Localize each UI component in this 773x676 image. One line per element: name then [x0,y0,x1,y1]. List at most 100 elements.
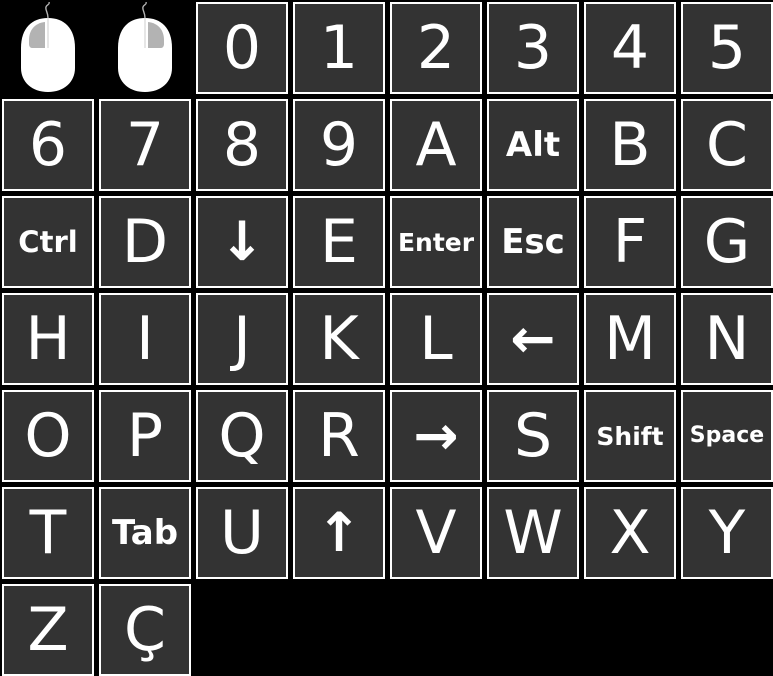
key-b[interactable]: B [584,99,676,191]
key-4-label: 4 [610,13,650,83]
key-q-label: Q [218,401,266,471]
key-v[interactable]: V [390,487,482,579]
key-0-label: 0 [222,13,262,83]
mouse-left-click[interactable] [2,2,94,94]
key-alt-label: Alt [505,125,561,165]
key-d[interactable]: D [99,196,191,288]
key-l-label: L [419,304,453,374]
key-6-label: 6 [28,110,68,180]
key-esc[interactable]: Esc [487,196,579,288]
key-space-label: Space [689,423,765,448]
key-s[interactable]: S [487,390,579,482]
key-z[interactable]: Z [2,584,94,676]
mouse-left-button-icon [18,2,78,94]
key-x-label: X [609,498,651,568]
key-7-label: 7 [125,110,165,180]
arrow-down-icon: ↓ [219,210,265,273]
key-shift[interactable]: Shift [584,390,676,482]
key-shift-label: Shift [596,421,664,451]
key-y-label: Y [708,498,746,568]
key-f-label: F [612,207,648,277]
key-5[interactable]: 5 [681,2,773,94]
key-g[interactable]: G [681,196,773,288]
key-h[interactable]: H [2,293,94,385]
key-l[interactable]: L [390,293,482,385]
key-1[interactable]: 1 [293,2,385,94]
key-arrow-up[interactable]: ↑ [293,487,385,579]
key-a[interactable]: A [390,99,482,191]
key-i-label: I [136,304,154,374]
key-a-label: A [415,110,457,180]
arrow-up-icon: ↑ [316,501,362,564]
key-9-label: 9 [319,110,359,180]
key-t[interactable]: T [2,487,94,579]
key-arrow-left[interactable]: ← [487,293,579,385]
key-space[interactable]: Space [681,390,773,482]
key-r[interactable]: R [293,390,385,482]
key-x[interactable]: X [584,487,676,579]
key-arrow-right[interactable]: → [390,390,482,482]
key-n-label: N [704,304,750,374]
key-r-label: R [318,401,360,471]
key-5-label: 5 [707,13,747,83]
key-v-label: V [415,498,457,568]
key-s-label: S [513,401,553,471]
key-o-label: O [24,401,72,471]
key-f[interactable]: F [584,196,676,288]
key-7[interactable]: 7 [99,99,191,191]
key-1-label: 1 [319,13,359,83]
key-0[interactable]: 0 [196,2,288,94]
key-w-label: W [503,498,563,568]
key-p[interactable]: P [99,390,191,482]
key-u[interactable]: U [196,487,288,579]
mouse-right-button-icon [115,2,175,94]
key-arrow-down[interactable]: ↓ [196,196,288,288]
key-c[interactable]: C [681,99,773,191]
key-enter-label: Enter [397,227,475,257]
mouse-right-click[interactable] [99,2,191,94]
key-3-label: 3 [513,13,553,83]
key-c-cedilla[interactable]: Ç [99,584,191,676]
arrow-right-icon: → [413,404,459,467]
key-k-label: K [319,304,359,374]
key-q[interactable]: Q [196,390,288,482]
key-j-label: J [233,304,251,374]
key-i[interactable]: I [99,293,191,385]
key-h-label: H [25,304,71,374]
key-o[interactable]: O [2,390,94,482]
key-e-label: E [320,207,358,277]
key-3[interactable]: 3 [487,2,579,94]
key-c-label: C [706,110,748,180]
key-c-cedilla-label: Ç [124,595,166,665]
key-u-label: U [220,498,264,568]
key-ctrl-label: Ctrl [18,224,78,259]
key-2-label: 2 [416,13,456,83]
key-w[interactable]: W [487,487,579,579]
key-b-label: B [609,110,651,180]
key-d-label: D [121,207,169,277]
on-screen-keyboard: 0 1 2 3 4 5 6 7 8 9 A Alt B C Ctrl D ↓ E Enter Esc F G H I J K L ← M… [2,2,773,676]
arrow-left-icon: ← [510,307,556,370]
key-k[interactable]: K [293,293,385,385]
key-z-label: Z [27,595,69,665]
key-4[interactable]: 4 [584,2,676,94]
key-j[interactable]: J [196,293,288,385]
key-enter[interactable]: Enter [390,196,482,288]
key-alt[interactable]: Alt [487,99,579,191]
key-n[interactable]: N [681,293,773,385]
key-8[interactable]: 8 [196,99,288,191]
key-e[interactable]: E [293,196,385,288]
key-tab[interactable]: Tab [99,487,191,579]
key-8-label: 8 [222,110,262,180]
key-esc-label: Esc [501,222,565,262]
key-2[interactable]: 2 [390,2,482,94]
key-m-label: M [604,304,656,374]
key-9[interactable]: 9 [293,99,385,191]
key-6[interactable]: 6 [2,99,94,191]
key-g-label: G [703,207,751,277]
key-p-label: P [126,401,164,471]
key-y[interactable]: Y [681,487,773,579]
key-m[interactable]: M [584,293,676,385]
key-t-label: T [29,498,67,568]
key-ctrl[interactable]: Ctrl [2,196,94,288]
